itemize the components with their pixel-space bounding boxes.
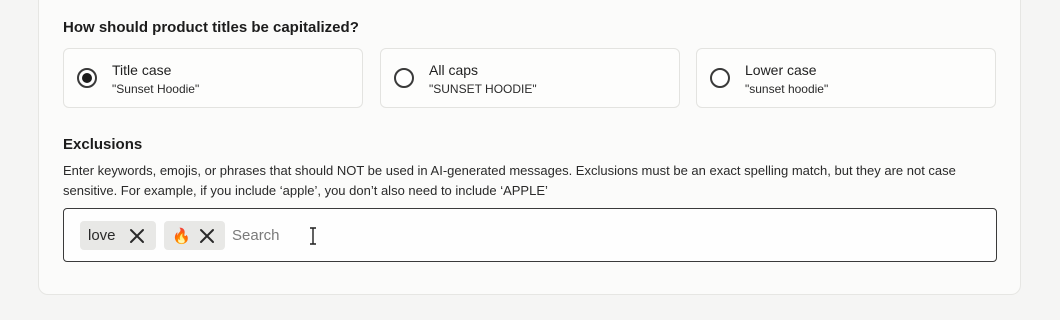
option-title-case[interactable]: Title case "Sunset Hoodie" bbox=[63, 48, 363, 108]
text-cursor-icon bbox=[310, 227, 316, 245]
option-example: "sunset hoodie" bbox=[745, 82, 829, 96]
option-lower-case[interactable]: Lower case "sunset hoodie" bbox=[696, 48, 996, 108]
radio-unselected-icon[interactable] bbox=[394, 68, 414, 88]
search-input[interactable] bbox=[232, 221, 432, 250]
exclusions-tag-input[interactable]: love 🔥 bbox=[63, 208, 997, 262]
radio-selected-icon[interactable] bbox=[77, 68, 97, 88]
option-example: "Sunset Hoodie" bbox=[112, 82, 200, 96]
option-label: Title case bbox=[112, 62, 172, 78]
close-icon[interactable] bbox=[199, 228, 215, 244]
exclusion-tag: 🔥 bbox=[164, 221, 225, 250]
option-label: All caps bbox=[429, 62, 479, 78]
option-label: Lower case bbox=[745, 62, 817, 78]
exclusions-description: Enter keywords, emojis, or phrases that … bbox=[63, 163, 956, 198]
option-example: "SUNSET HOODIE" bbox=[429, 82, 537, 96]
tag-label: 🔥 bbox=[172, 228, 191, 245]
capitalization-options: Title case "Sunset Hoodie" All caps "SUN… bbox=[63, 48, 997, 108]
capitalization-question: How should product titles be capitalized… bbox=[63, 19, 359, 36]
close-icon[interactable] bbox=[129, 228, 145, 244]
exclusions-title: Exclusions bbox=[63, 136, 143, 153]
radio-unselected-icon[interactable] bbox=[710, 68, 730, 88]
tag-label: love bbox=[88, 227, 116, 244]
option-all-caps[interactable]: All caps "SUNSET HOODIE" bbox=[380, 48, 680, 108]
exclusion-tag: love bbox=[80, 221, 156, 250]
